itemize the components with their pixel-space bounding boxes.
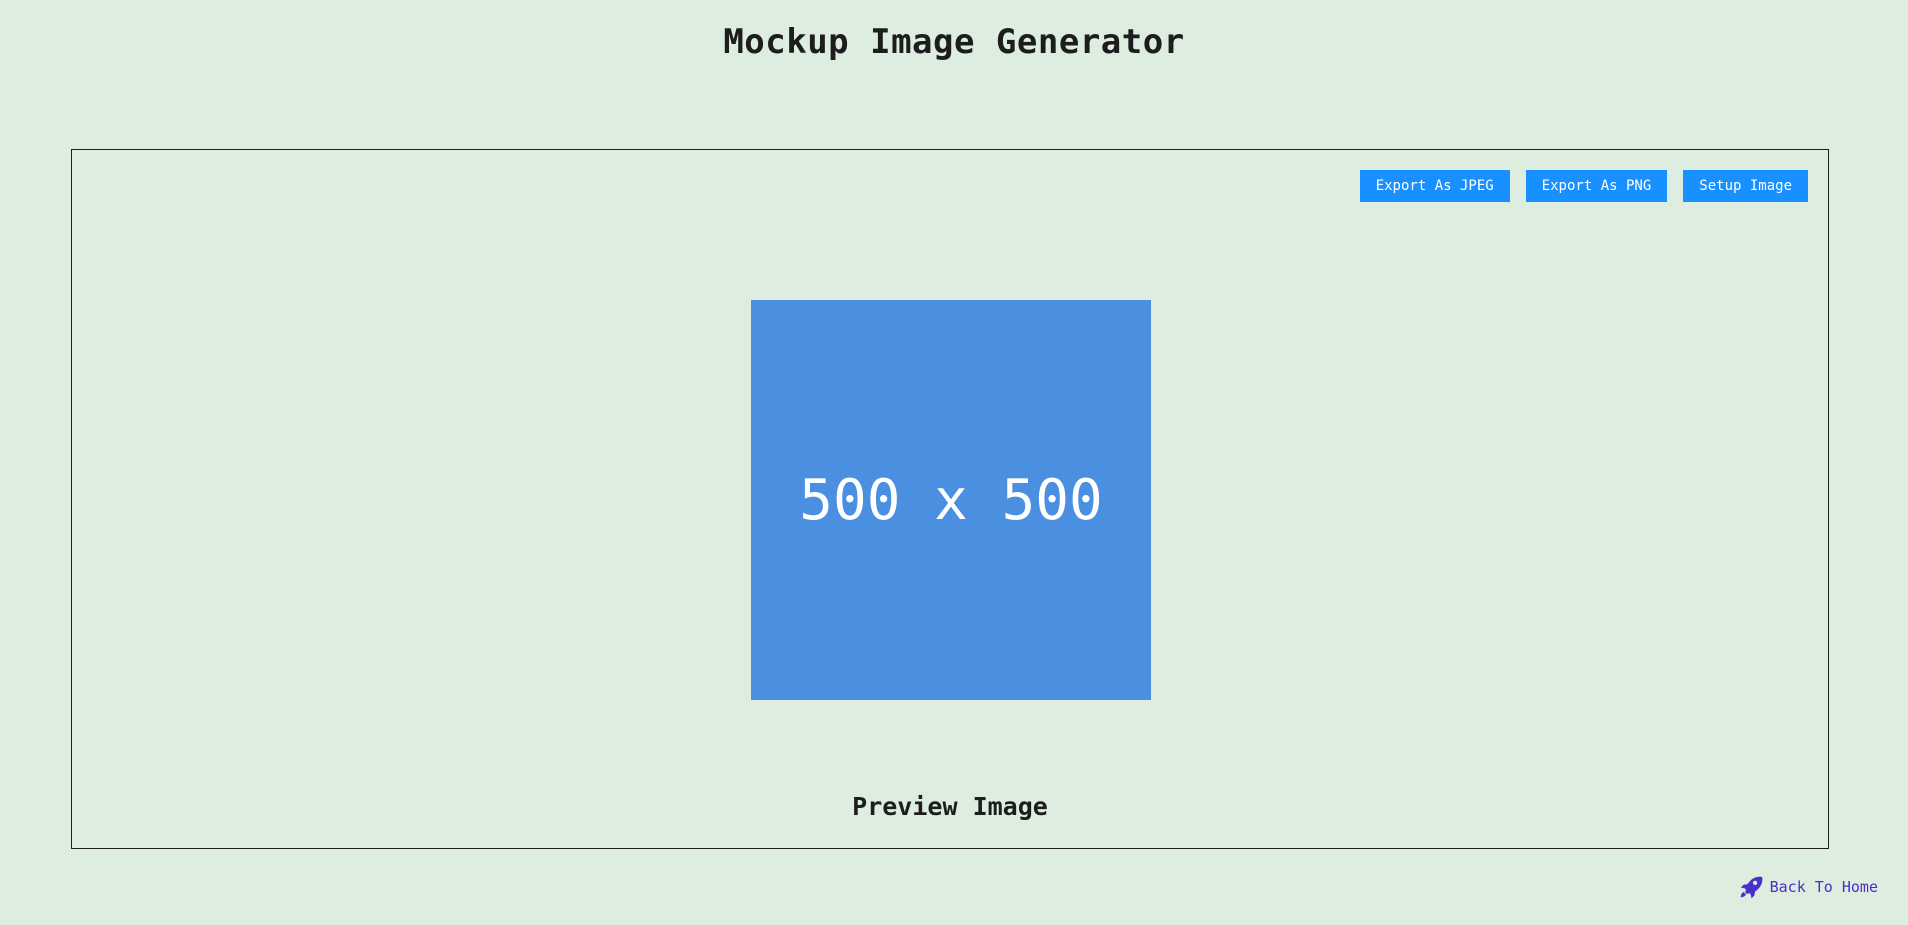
export-jpeg-button[interactable]: Export As JPEG bbox=[1359, 170, 1510, 202]
back-to-home-link[interactable]: Back To Home bbox=[1738, 874, 1878, 900]
preview-image: 500 x 500 bbox=[751, 300, 1151, 700]
page-title: Mockup Image Generator bbox=[723, 22, 1185, 62]
preview-caption: Preview Image bbox=[852, 792, 1048, 821]
page: Mockup Image Generator Export As JPEG Ex… bbox=[0, 0, 1908, 925]
export-png-button[interactable]: Export As PNG bbox=[1525, 170, 1668, 202]
preview-panel: Export As JPEG Export As PNG Setup Image… bbox=[71, 149, 1829, 849]
back-to-home-label: Back To Home bbox=[1769, 878, 1878, 896]
toolbar: Export As JPEG Export As PNG Setup Image bbox=[1359, 170, 1808, 202]
setup-image-button[interactable]: Setup Image bbox=[1683, 170, 1808, 202]
preview-image-size-label: 500 x 500 bbox=[799, 467, 1103, 533]
rocket-icon bbox=[1738, 874, 1764, 900]
